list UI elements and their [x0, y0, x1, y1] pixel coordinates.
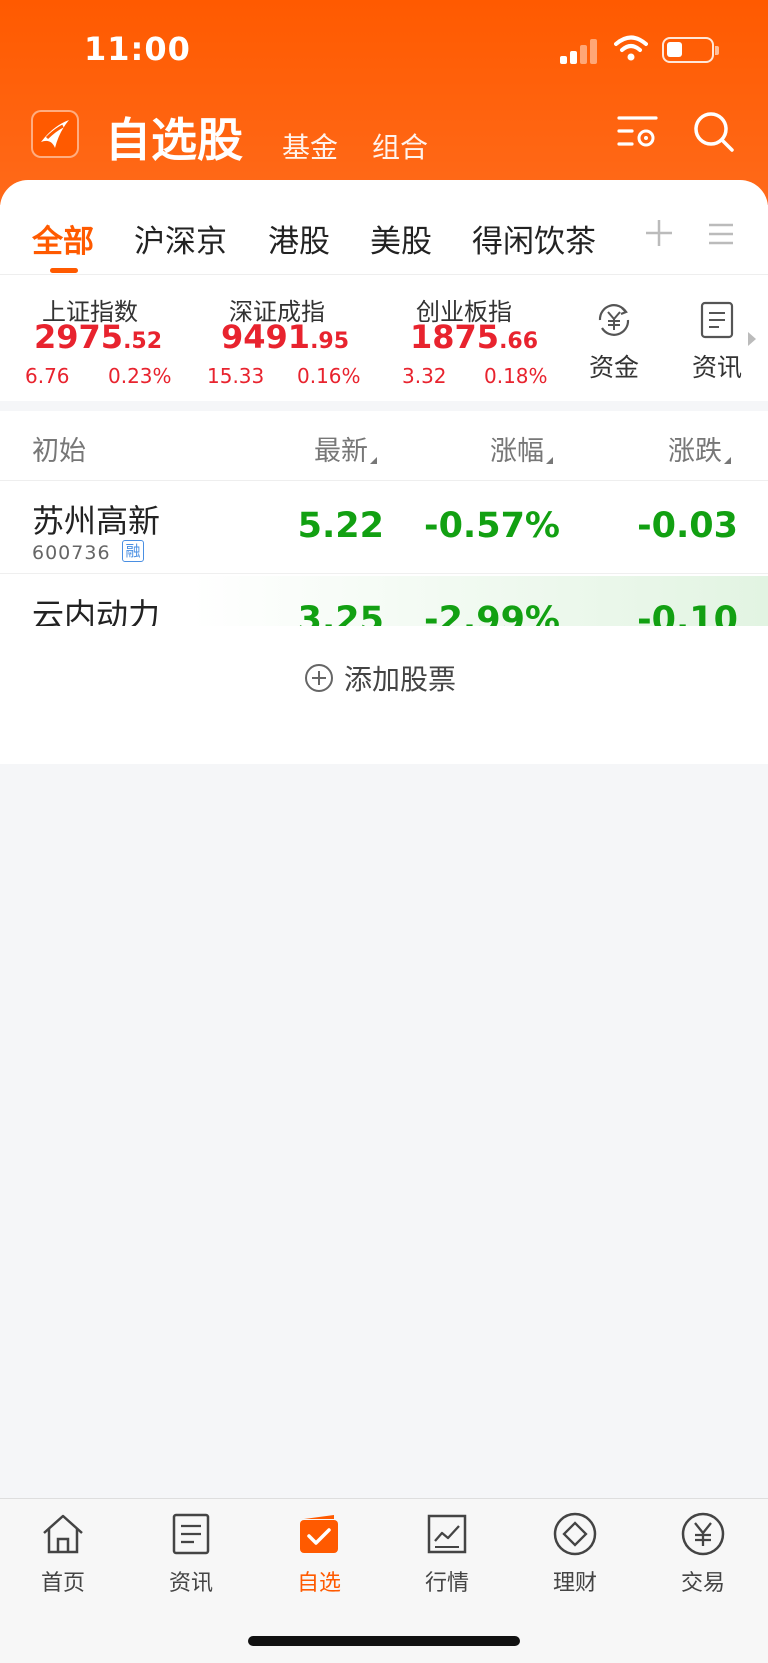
tab-portfolio[interactable]: 组合: [372, 126, 428, 166]
index-pct: 0.23%: [108, 364, 172, 388]
watchlist-card: 全部 沪深京 港股 美股 得闲饮茶 上证指数 2975.52 6.76 0.23…: [0, 180, 768, 764]
tab-fund[interactable]: 基金: [282, 126, 338, 166]
index-value: 1875.66: [410, 318, 539, 356]
add-stock-button[interactable]: 添加股票: [304, 658, 456, 698]
battery-icon: [662, 37, 719, 63]
news-quick-label: 资讯: [691, 353, 742, 382]
group-menu-icon[interactable]: [708, 222, 734, 246]
add-group-icon[interactable]: [644, 218, 674, 248]
tab-all[interactable]: 全部: [32, 216, 94, 261]
stock-change: -0.03: [637, 506, 738, 546]
app-logo-icon[interactable]: [31, 110, 79, 158]
app-header: 11:00 自选股 基金 组合: [0, 0, 768, 205]
nav-trade-label: 交易: [680, 1571, 725, 1596]
search-icon[interactable]: [692, 110, 736, 154]
nav-market-label: 行情: [424, 1571, 469, 1596]
wealth-icon: [553, 1512, 597, 1556]
nav-watchlist[interactable]: 自选: [269, 1511, 369, 1597]
add-stock-label: 添加股票: [344, 663, 457, 696]
col-pct-header[interactable]: 涨幅: [490, 429, 553, 468]
cellular-signal-icon: [560, 38, 602, 64]
index-change: 15.33: [207, 364, 265, 388]
section-divider: [0, 401, 768, 411]
sort-indicator-icon: [724, 457, 731, 464]
index-value: 9491.95: [221, 318, 350, 356]
trade-yuan-icon: [681, 1512, 725, 1556]
news-quick-button[interactable]: 资讯: [682, 300, 752, 384]
index-change: 3.32: [402, 364, 447, 388]
index-pct: 0.16%: [297, 364, 361, 388]
col-change-header[interactable]: 涨跌: [668, 429, 731, 468]
home-icon: [43, 1514, 83, 1554]
list-settings-icon[interactable]: [616, 112, 660, 152]
tab-custom-group[interactable]: 得闲饮茶: [472, 216, 596, 261]
index-strip: 上证指数 2975.52 6.76 0.23% 深证成指 9491.95 15.…: [0, 276, 768, 401]
stock-code: 600736: [32, 542, 111, 564]
stock-pct: -0.57%: [424, 506, 560, 546]
row-divider: [0, 573, 768, 574]
sort-indicator-icon: [546, 457, 553, 464]
margin-badge: 融: [122, 540, 144, 562]
active-tab-indicator: [50, 268, 78, 273]
tab-hk[interactable]: 港股: [268, 216, 330, 261]
capital-flow-label: 资金: [588, 353, 639, 382]
index-change: 6.76: [25, 364, 70, 388]
capital-flow-button[interactable]: 资金: [579, 300, 649, 384]
nav-news[interactable]: 资讯: [141, 1511, 241, 1597]
nav-wealth-label: 理财: [552, 1571, 597, 1596]
tab-hs-bj[interactable]: 沪深京: [134, 216, 227, 261]
home-indicator[interactable]: [248, 1636, 520, 1646]
nav-trade[interactable]: 交易: [653, 1511, 753, 1597]
index-value: 2975.52: [34, 318, 163, 356]
market-chart-icon: [427, 1514, 467, 1554]
market-filter-tabs: 全部 沪深京 港股 美股 得闲饮茶: [0, 180, 768, 275]
nav-home-label: 首页: [40, 1571, 85, 1596]
watchlist-icon: [300, 1515, 338, 1553]
table-row[interactable]: 苏州高新 600736 融 5.22 -0.57% -0.03: [0, 482, 768, 572]
wifi-icon: [614, 35, 648, 61]
nav-news-label: 资讯: [168, 1571, 213, 1596]
yuan-refresh-icon: [598, 304, 630, 336]
page-title: 自选股: [105, 113, 243, 167]
scroll-right-icon[interactable]: [748, 332, 756, 346]
nav-wealth[interactable]: 理财: [525, 1511, 625, 1597]
add-stock-row: 添加股票: [0, 626, 768, 736]
status-time: 11:00: [84, 30, 191, 68]
col-price-header[interactable]: 最新: [314, 429, 377, 468]
table-header: 初始 最新 涨幅 涨跌: [0, 411, 768, 481]
index-pct: 0.18%: [484, 364, 548, 388]
col-name-header[interactable]: 初始: [32, 429, 86, 468]
nav-watchlist-label: 自选: [296, 1571, 341, 1596]
stock-name: 苏州高新: [32, 502, 161, 540]
status-bar: 11:00: [0, 0, 768, 100]
document-icon: [700, 301, 734, 339]
tab-us[interactable]: 美股: [370, 216, 432, 261]
sort-indicator-icon: [370, 457, 377, 464]
stock-price: 5.22: [297, 506, 384, 546]
nav-market[interactable]: 行情: [397, 1511, 497, 1597]
news-icon: [172, 1513, 210, 1555]
nav-home[interactable]: 首页: [13, 1511, 113, 1597]
add-circle-icon: [305, 664, 333, 692]
